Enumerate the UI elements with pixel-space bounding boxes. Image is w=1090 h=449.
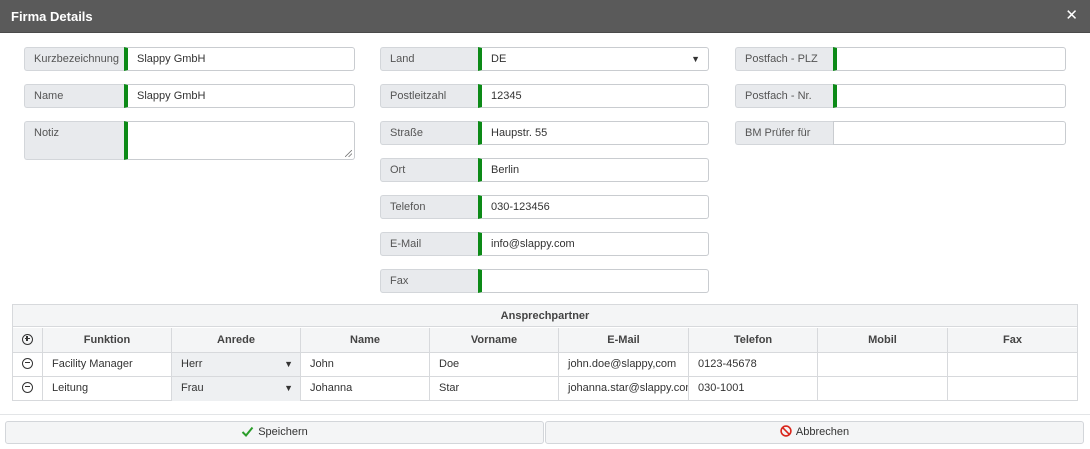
close-icon[interactable]: ✕ — [1065, 8, 1078, 23]
cell-mobil[interactable] — [818, 353, 948, 377]
telefon-label: Telefon — [380, 195, 478, 219]
name-label: Name — [24, 84, 124, 108]
column-header-anrede[interactable]: Anrede — [172, 328, 301, 353]
table-row-remove — [13, 353, 43, 377]
postleitzahl-field: Postleitzahl 12345 — [380, 84, 709, 108]
bm-pruefer-input[interactable] — [833, 121, 1066, 145]
cell-anrede-select[interactable]: Frau ▼ — [172, 377, 301, 401]
resize-handle-icon[interactable] — [345, 150, 352, 157]
column-header-vorname[interactable]: Vorname — [430, 328, 559, 353]
cell-email[interactable]: john.doe@slappy,com — [559, 353, 689, 377]
postfach-plz-field: Postfach - PLZ — [735, 47, 1066, 71]
table-row-remove — [13, 377, 43, 401]
postfach-plz-input[interactable] — [833, 47, 1066, 71]
column-header-name[interactable]: Name — [301, 328, 430, 353]
save-button-label: Speichern — [258, 426, 308, 438]
column-header-telefon[interactable]: Telefon — [689, 328, 818, 353]
dialog-titlebar: Firma Details ✕ — [0, 0, 1090, 33]
telefon-input[interactable]: 030-123456 — [478, 195, 709, 219]
column-header-fax[interactable]: Fax — [948, 328, 1077, 353]
kurzbezeichnung-label: Kurzbezeichnung — [24, 47, 124, 71]
ort-field: Ort Berlin — [380, 158, 709, 182]
bm-pruefer-label: BM Prüfer für — [735, 121, 833, 145]
fax-label: Fax — [380, 269, 478, 293]
column-header-mobil[interactable]: Mobil — [818, 328, 948, 353]
cell-fax[interactable] — [948, 377, 1077, 401]
notiz-label: Notiz — [24, 121, 124, 160]
column-header-email[interactable]: E-Mail — [559, 328, 689, 353]
cell-email[interactable]: johanna.star@slappy.com — [559, 377, 689, 401]
contacts-grid: Ansprechpartner Funktion Anrede Name Vor… — [12, 304, 1078, 401]
chevron-down-icon: ▼ — [284, 359, 293, 369]
bm-pruefer-field: BM Prüfer für — [735, 121, 1066, 145]
plus-circle-icon[interactable] — [22, 333, 33, 345]
cell-funktion[interactable]: Leitung — [43, 377, 172, 401]
notiz-textarea[interactable] — [124, 121, 355, 160]
cell-telefon[interactable]: 0123-45678 — [689, 353, 818, 377]
minus-circle-icon[interactable] — [22, 357, 33, 369]
kurzbezeichnung-field: Kurzbezeichnung Slappy GmbH — [24, 47, 355, 71]
telefon-field: Telefon 030-123456 — [380, 195, 709, 219]
minus-circle-icon[interactable] — [22, 381, 33, 393]
postfach-nr-field: Postfach - Nr. — [735, 84, 1066, 108]
cell-vorname[interactable]: Doe — [430, 353, 559, 377]
land-select[interactable]: DE ▼ — [478, 47, 709, 71]
cell-anrede-value: Herr — [181, 358, 203, 370]
ort-label: Ort — [380, 158, 478, 182]
postfach-nr-input[interactable] — [833, 84, 1066, 108]
postleitzahl-input[interactable]: 12345 — [478, 84, 709, 108]
email-field: E-Mail info@slappy.com — [380, 232, 709, 256]
postleitzahl-label: Postleitzahl — [380, 84, 478, 108]
add-row-cell — [13, 328, 43, 353]
email-input[interactable]: info@slappy.com — [478, 232, 709, 256]
fax-input[interactable] — [478, 269, 709, 293]
chevron-down-icon: ▼ — [691, 54, 700, 64]
cell-telefon[interactable]: 030-1001 — [689, 377, 818, 401]
land-field: Land DE ▼ — [380, 47, 709, 71]
notiz-field: Notiz — [24, 121, 355, 160]
cell-name[interactable]: John — [301, 353, 430, 377]
save-button[interactable]: Speichern — [5, 421, 544, 444]
strasse-label: Straße — [380, 121, 478, 145]
cell-mobil[interactable] — [818, 377, 948, 401]
footer-divider — [0, 414, 1090, 415]
cell-name[interactable]: Johanna — [301, 377, 430, 401]
cancel-button[interactable]: Abbrechen — [545, 421, 1084, 444]
cell-funktion[interactable]: Facility Manager — [43, 353, 172, 377]
ort-input[interactable]: Berlin — [478, 158, 709, 182]
cell-fax[interactable] — [948, 353, 1077, 377]
land-label: Land — [380, 47, 478, 71]
cell-anrede-select[interactable]: Herr ▼ — [172, 353, 301, 377]
name-input[interactable]: Slappy GmbH — [124, 84, 355, 108]
strasse-field: Straße Haupstr. 55 — [380, 121, 709, 145]
kurzbezeichnung-input[interactable]: Slappy GmbH — [124, 47, 355, 71]
cell-vorname[interactable]: Star — [430, 377, 559, 401]
contacts-caption: Ansprechpartner — [13, 305, 1077, 327]
email-label: E-Mail — [380, 232, 478, 256]
column-header-funktion[interactable]: Funktion — [43, 328, 172, 353]
prohibited-icon — [780, 425, 792, 437]
postfach-plz-label: Postfach - PLZ — [735, 47, 833, 71]
fax-field: Fax — [380, 269, 709, 293]
cancel-button-label: Abbrechen — [795, 426, 850, 438]
dialog-title: Firma Details — [11, 9, 93, 24]
chevron-down-icon: ▼ — [284, 383, 293, 393]
cell-anrede-value: Frau — [181, 382, 204, 394]
strasse-input[interactable]: Haupstr. 55 — [478, 121, 709, 145]
postfach-nr-label: Postfach - Nr. — [735, 84, 833, 108]
checkmark-icon — [242, 426, 254, 437]
name-field: Name Slappy GmbH — [24, 84, 355, 108]
land-value: DE — [491, 53, 507, 65]
